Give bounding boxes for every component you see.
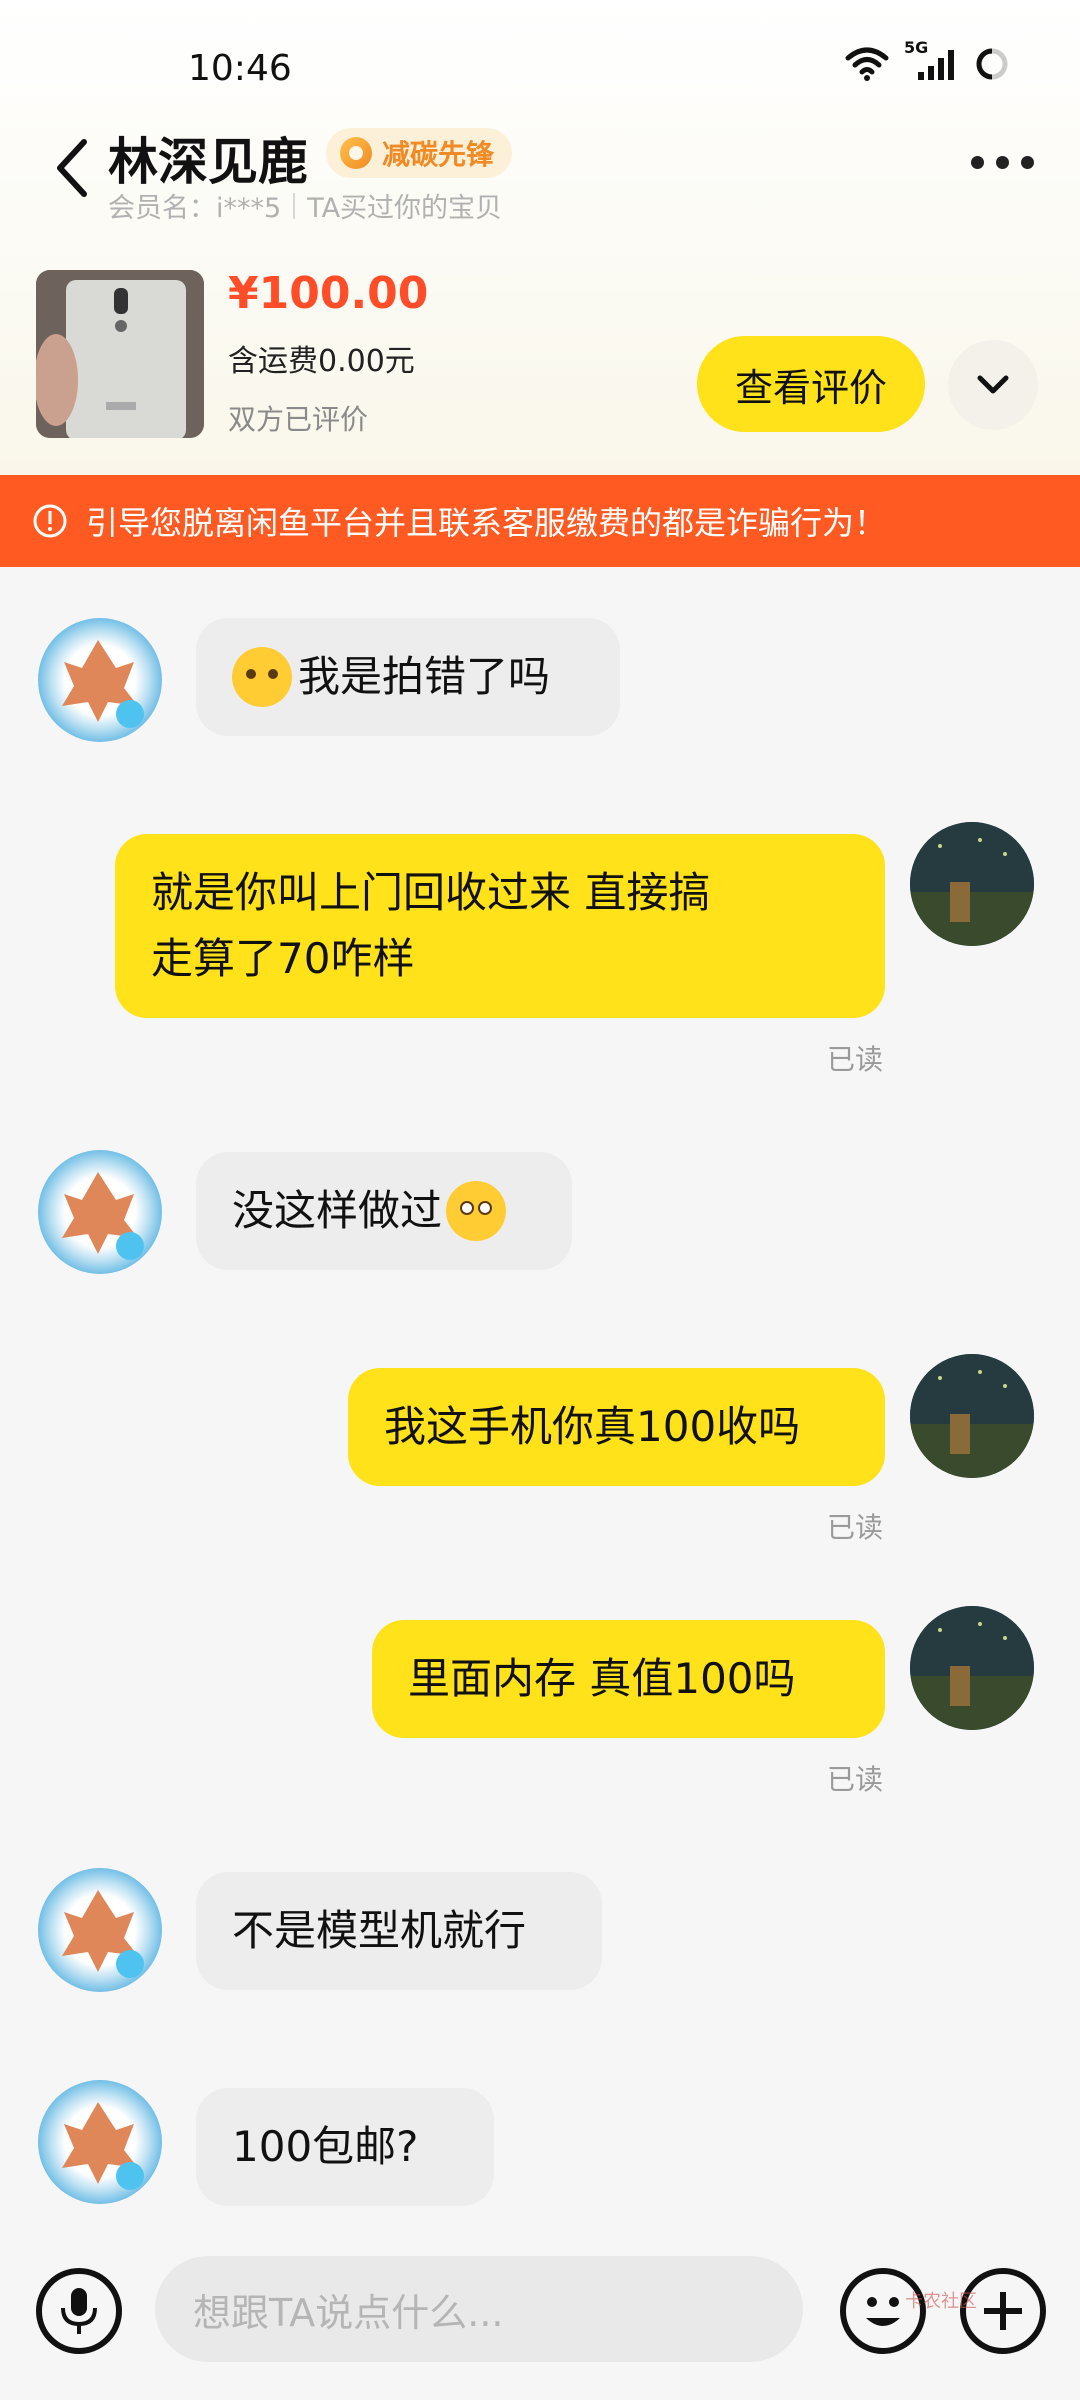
status-icons: 5G	[844, 38, 1010, 82]
input-placeholder: 想跟TA说点什么...	[193, 2290, 504, 2335]
status-bar: 10:46 5G	[0, 38, 1080, 100]
message-bubble[interactable]: 我是拍错了吗	[196, 618, 620, 736]
message-text: 我是拍错了吗	[298, 652, 551, 701]
read-status: 已读	[827, 1043, 884, 1076]
laugh-cry-emoji	[232, 647, 292, 707]
badge-label: 减碳先锋	[382, 138, 495, 171]
contact-avatar[interactable]	[38, 2080, 162, 2204]
carbon-badge[interactable]: 减碳先锋	[326, 128, 513, 178]
my-avatar[interactable]	[910, 822, 1034, 946]
message-text: 不是模型机就行	[232, 1906, 527, 1955]
input-bar: 想跟TA说点什么...	[0, 2230, 1080, 2400]
network-label: 5G	[904, 38, 929, 57]
watermark: 卡农社区	[905, 2291, 977, 2312]
fraud-warning-banner: 引导您脱离闲鱼平台并且联系客服缴费的都是诈骗行为！	[0, 475, 1080, 567]
message-text: 里面内存 真值100吗	[408, 1654, 796, 1703]
review-status: 双方已评价	[228, 403, 369, 436]
phone-photo	[36, 270, 204, 438]
avatar-image	[62, 2102, 144, 2190]
wifi-icon	[845, 47, 889, 81]
contact-avatar[interactable]	[38, 1868, 162, 1992]
my-avatar[interactable]	[910, 1606, 1034, 1730]
message-bubble[interactable]: 不是模型机就行	[196, 1872, 602, 1990]
my-avatar[interactable]	[910, 1354, 1034, 1478]
avatar-image	[62, 1172, 144, 1260]
message-input[interactable]: 想跟TA说点什么...	[155, 2256, 803, 2362]
message-text: 100包邮?	[232, 2122, 419, 2171]
microphone-icon	[61, 2288, 97, 2334]
divider	[293, 192, 296, 219]
plus-icon	[984, 2292, 1022, 2330]
chevron-down-icon	[977, 375, 1009, 394]
message-text: 没这样做过	[232, 1186, 443, 1235]
read-status: 已读	[827, 1763, 884, 1796]
back-button[interactable]	[52, 136, 102, 200]
alert-icon	[33, 504, 67, 538]
leaf-icon	[340, 137, 372, 169]
product-price: ¥100.00	[228, 268, 429, 319]
member-name: 会员名：i***5	[108, 193, 282, 224]
voice-button[interactable]	[36, 2268, 122, 2354]
avatar-image	[62, 1890, 144, 1978]
avatar-image	[910, 1354, 1034, 1478]
message-text: 走算了70咋样	[151, 934, 415, 983]
avatar-image	[910, 1606, 1034, 1730]
message-bubble[interactable]: 里面内存 真值100吗	[372, 1620, 885, 1738]
chevron-left-icon	[57, 139, 87, 197]
message-bubble[interactable]: 100包邮?	[196, 2088, 494, 2206]
contact-name: 林深见鹿	[108, 133, 308, 191]
dot-icon	[1021, 156, 1034, 169]
shipping-fee: 含运费0.00元	[228, 344, 415, 379]
view-review-button[interactable]: 查看评价	[697, 336, 925, 432]
warning-text: 引导您脱离闲鱼平台并且联系客服缴费的都是诈骗行为！	[86, 504, 887, 542]
message-bubble[interactable]: 我这手机你真100收吗	[348, 1368, 885, 1486]
relation-text: TA买过你的宝贝	[307, 193, 503, 224]
avatar-image	[62, 640, 144, 728]
message-bubble[interactable]: 没这样做过	[196, 1152, 572, 1270]
message-text: 我这手机你真100收吗	[384, 1402, 801, 1451]
contact-avatar[interactable]	[38, 1150, 162, 1274]
contact-avatar[interactable]	[38, 618, 162, 742]
dot-icon	[971, 156, 984, 169]
expand-button[interactable]	[948, 340, 1038, 430]
product-thumbnail[interactable]	[36, 270, 204, 438]
member-info: 会员名：i***5 TA买过你的宝贝	[108, 186, 502, 225]
read-status: 已读	[827, 1511, 884, 1544]
flushed-emoji	[446, 1181, 507, 1241]
message-bubble[interactable]: 就是你叫上门回收过来 直接搞 走算了70咋样	[115, 834, 885, 1018]
dot-icon	[996, 156, 1009, 169]
status-time: 10:46	[188, 48, 292, 89]
more-button[interactable]	[971, 156, 1034, 169]
message-text: 就是你叫上门回收过来 直接搞	[151, 868, 711, 917]
cellular-icon: 5G	[904, 38, 960, 82]
avatar-image	[910, 822, 1034, 946]
battery-ring-icon	[976, 48, 1008, 80]
